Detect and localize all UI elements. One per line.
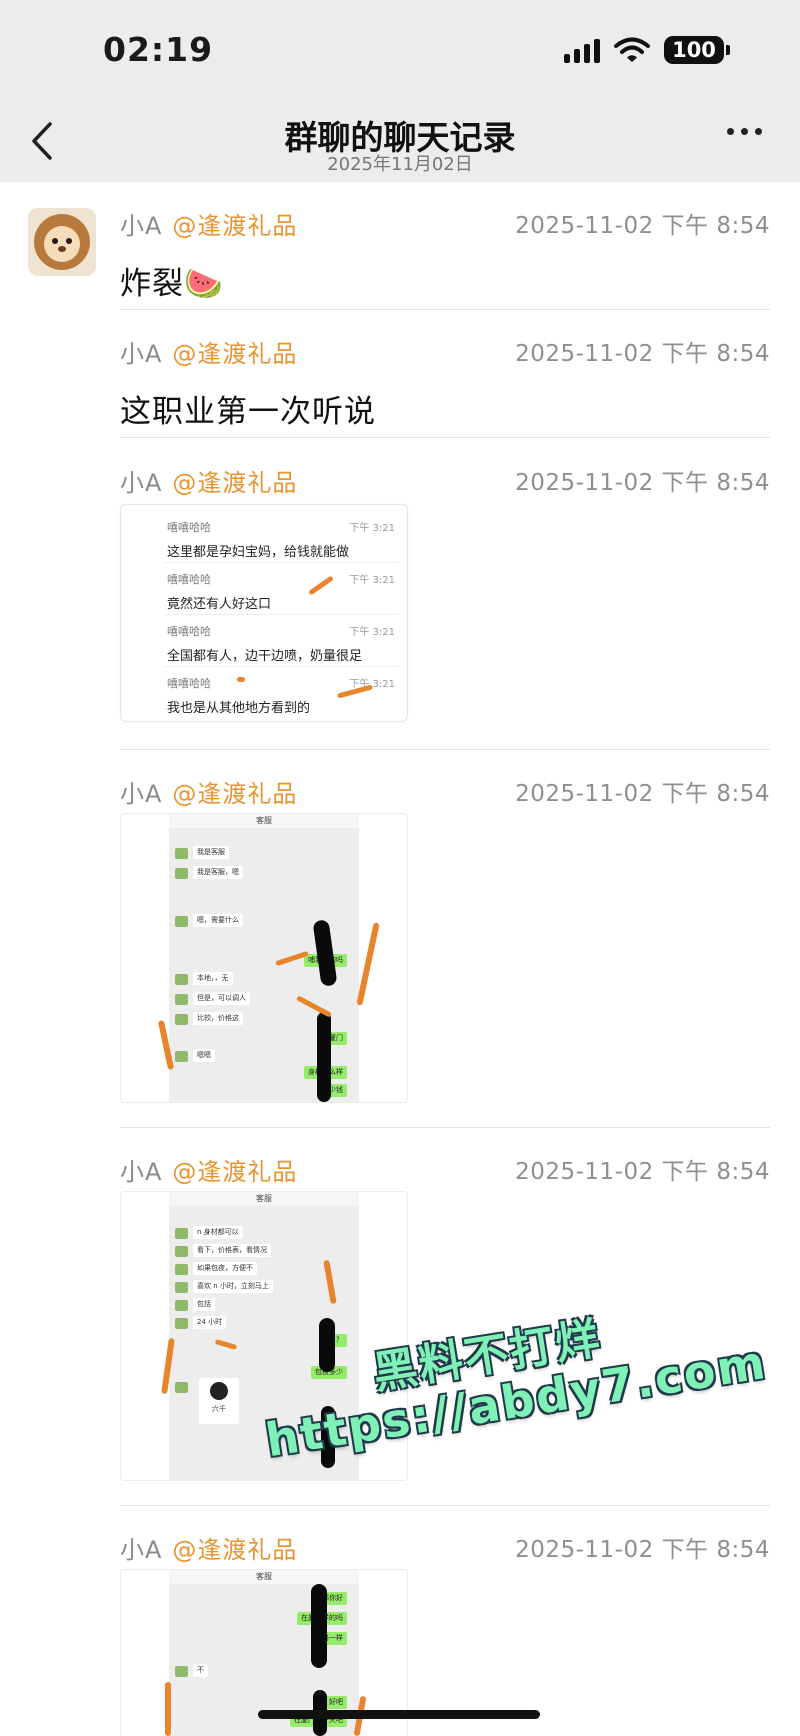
sender-name: 小A bbox=[120, 1158, 163, 1186]
redaction-mark bbox=[165, 1682, 171, 1736]
embedded-chat-title: 客服 bbox=[256, 1194, 272, 1203]
sender-avatar[interactable] bbox=[28, 208, 96, 276]
battery-icon: 100 bbox=[664, 36, 730, 64]
message-divider bbox=[120, 437, 770, 438]
more-options-icon[interactable] bbox=[727, 128, 762, 135]
chat-bubble: 包括 bbox=[193, 1298, 215, 1311]
message-timestamp: 2025-11-02 下午 8:54 bbox=[515, 341, 770, 367]
message-divider bbox=[120, 1127, 770, 1128]
message-text: 炸裂🍉 bbox=[120, 266, 224, 302]
status-icons: 100 bbox=[564, 36, 730, 64]
record-divider bbox=[165, 562, 399, 563]
message-item[interactable]: 小A @逢渡礼品 2025-11-02 下午 8:54 bbox=[120, 1530, 770, 1564]
image-attachment[interactable]: 客服 我是客服 我是客服，嗯 嗯，需要什么 哺乳期的吗 本地，，无 但是，可以调… bbox=[120, 813, 408, 1103]
chat-bubble: 如果包夜，方便不 bbox=[193, 1262, 257, 1275]
sticker-image: 六千 bbox=[199, 1378, 239, 1424]
message-item[interactable]: 小A @逢渡礼品 2025-11-02 下午 8:54 这职业第一次听说 bbox=[120, 334, 770, 431]
record-entry: 嘻嘻哈哈 下午 3:21 我也是从其他地方看到的 bbox=[167, 675, 395, 716]
mention-tag[interactable]: @逢渡礼品 bbox=[172, 1158, 297, 1186]
mention-tag[interactable]: @逢渡礼品 bbox=[172, 469, 297, 497]
record-text: 我也是从其他地方看到的 bbox=[167, 701, 311, 716]
record-divider bbox=[165, 614, 399, 615]
redaction-mark bbox=[317, 1012, 331, 1102]
sender-name: 小A bbox=[120, 212, 163, 240]
message-timestamp: 2025-11-02 下午 8:54 bbox=[515, 1159, 770, 1185]
mention-tag[interactable]: @逢渡礼品 bbox=[172, 340, 297, 368]
message-text: 这职业第一次听说 bbox=[120, 394, 376, 430]
record-time: 下午 3:21 bbox=[349, 627, 395, 638]
mention-tag[interactable]: @逢渡礼品 bbox=[172, 212, 297, 240]
redaction-mark bbox=[356, 922, 380, 1006]
sender-name: 小A bbox=[120, 780, 163, 808]
chat-bubble: 我是客服，嗯 bbox=[193, 866, 243, 879]
chat-record-card[interactable]: 嘻嘻哈哈 下午 3:21 这里都是孕妇宝妈，给钱就能做 嘻嘻哈哈 下午 3:21… bbox=[120, 504, 408, 722]
embedded-chat-title: 客服 bbox=[256, 816, 272, 825]
record-text: 全国都有人，边干边喷，奶量很足 bbox=[167, 649, 363, 664]
message-timestamp: 2025-11-02 下午 8:54 bbox=[515, 470, 770, 496]
battery-level: 100 bbox=[664, 36, 724, 64]
home-indicator[interactable] bbox=[258, 1710, 540, 1719]
redaction-mark bbox=[319, 1318, 335, 1372]
chat-bubble: 我是客服 bbox=[193, 846, 229, 859]
chat-bubble: 比较，价格这 bbox=[193, 1012, 243, 1025]
lion-plush-avatar-image bbox=[28, 208, 96, 276]
embedded-chat-title: 客服 bbox=[256, 1572, 272, 1581]
record-entry: 嘻嘻哈哈 下午 3:21 全国都有人，边干边喷，奶量很足 bbox=[167, 623, 395, 664]
message-timestamp: 2025-11-02 下午 8:54 bbox=[515, 1537, 770, 1563]
record-text: 竟然还有人好这口 bbox=[167, 597, 272, 612]
message-divider bbox=[120, 749, 770, 750]
message-timestamp: 2025-11-02 下午 8:54 bbox=[515, 213, 770, 239]
cellular-signal-icon bbox=[564, 37, 600, 63]
record-text: 这里都是孕妇宝妈，给钱就能做 bbox=[167, 545, 350, 560]
sender-name: 小A bbox=[120, 1536, 163, 1564]
chat-bubble: 看下，价格表，看情况 bbox=[193, 1244, 271, 1257]
sender-name: 小A bbox=[120, 340, 163, 368]
mention-tag[interactable]: @逢渡礼品 bbox=[172, 1536, 297, 1564]
wifi-icon bbox=[614, 37, 650, 62]
chat-bubble: 本地，，无 bbox=[193, 972, 233, 985]
chat-bubble: 但是，可以调人 bbox=[193, 992, 250, 1005]
message-divider bbox=[120, 309, 770, 310]
chat-bubble: 嗯，需要什么 bbox=[193, 914, 243, 927]
message-item[interactable]: 小A @逢渡礼品 2025-11-02 下午 8:54 bbox=[120, 1152, 770, 1186]
chat-bubble: 嗯嗯 bbox=[193, 1049, 215, 1062]
chat-bubble: 24 小时 bbox=[193, 1316, 227, 1329]
message-item[interactable]: 小A @逢渡礼品 2025-11-02 下午 8:54 bbox=[120, 463, 770, 497]
record-divider bbox=[165, 666, 399, 667]
chat-bubble: 喜欢 n 小时，立刻马上 bbox=[193, 1280, 273, 1293]
message-divider bbox=[120, 1505, 770, 1506]
redaction-mark bbox=[237, 677, 245, 682]
page-subtitle-date: 2025年11月02日 bbox=[327, 154, 473, 175]
message-timestamp: 2025-11-02 下午 8:54 bbox=[515, 781, 770, 807]
header-area: 02:19 100 群聊的聊天记录 2025年11月02日 bbox=[0, 0, 800, 182]
message-item[interactable]: 小A @逢渡礼品 2025-11-02 下午 8:54 bbox=[120, 774, 770, 808]
record-time: 下午 3:21 bbox=[349, 523, 395, 534]
status-time: 02:19 bbox=[103, 30, 214, 69]
chat-bubble: n 身材都可以 bbox=[193, 1226, 243, 1239]
sticker-caption: 六千 bbox=[212, 1405, 226, 1413]
message-item[interactable]: 小A @逢渡礼品 2025-11-02 下午 8:54 炸裂🍉 bbox=[120, 206, 770, 303]
record-entry: 嘻嘻哈哈 下午 3:21 这里都是孕妇宝妈，给钱就能做 bbox=[167, 519, 395, 560]
sender-name: 小A bbox=[120, 469, 163, 497]
record-time: 下午 3:21 bbox=[349, 575, 395, 586]
redaction-mark bbox=[311, 1584, 327, 1668]
chat-bubble: 好吧 bbox=[325, 1696, 347, 1709]
record-entry: 嘻嘻哈哈 下午 3:21 竟然还有人好这口 bbox=[167, 571, 395, 612]
chat-bubble: 不 bbox=[193, 1664, 208, 1677]
mention-tag[interactable]: @逢渡礼品 bbox=[172, 780, 297, 808]
